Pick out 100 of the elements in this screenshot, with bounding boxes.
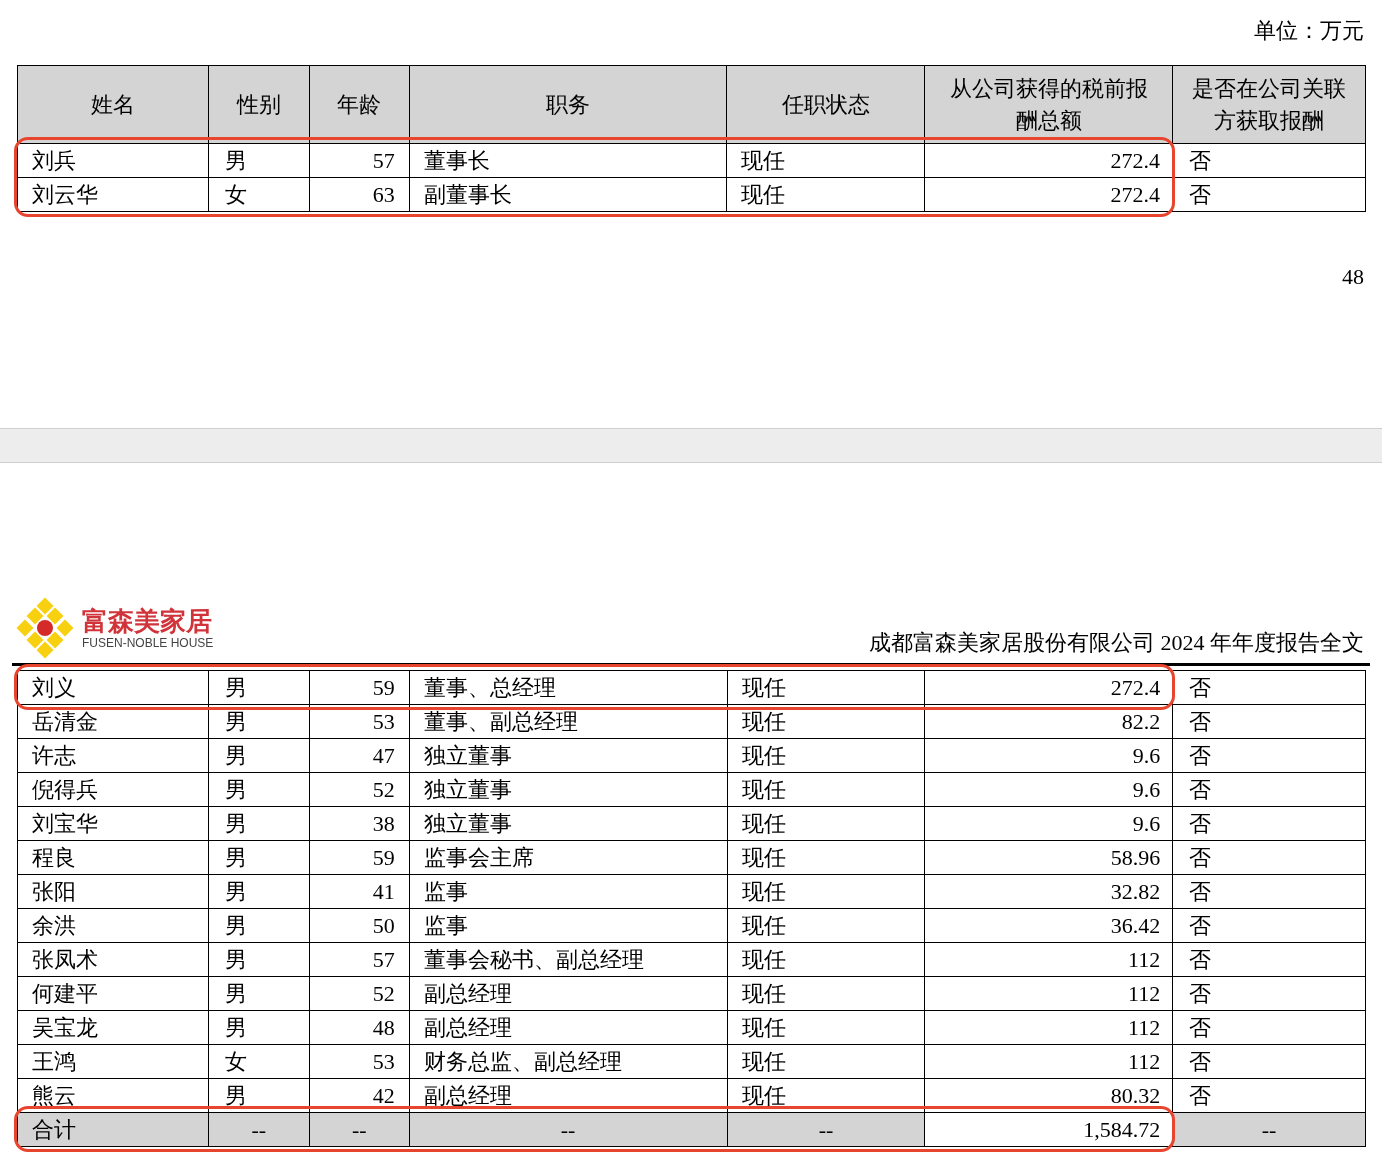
table-cell: 何建平 xyxy=(17,976,209,1011)
table-cell: -- xyxy=(208,1112,310,1147)
table-cell: -- xyxy=(409,1112,728,1147)
table-cell: 合计 xyxy=(17,1112,209,1147)
table-cell: 男 xyxy=(208,1010,310,1045)
table-cell: 112 xyxy=(924,976,1173,1011)
table-cell: 男 xyxy=(208,874,310,909)
table-cell: 副董事长 xyxy=(409,177,727,212)
table-cell: 独立董事 xyxy=(409,806,728,841)
table-cell: 刘义 xyxy=(17,670,209,705)
table-cell: 现任 xyxy=(727,840,925,875)
table-cell: 否 xyxy=(1172,143,1366,178)
column-header: 任职状态 xyxy=(727,65,925,144)
table-cell: 否 xyxy=(1172,1010,1366,1045)
table-cell: 否 xyxy=(1172,908,1366,943)
table-cell: 监事 xyxy=(409,908,728,943)
table-cell: 许志 xyxy=(17,738,209,773)
table-cell: 财务总监、副总经理 xyxy=(409,1044,728,1079)
table-cell: 53 xyxy=(309,1044,410,1079)
table-cell: 女 xyxy=(208,1044,310,1079)
table-cell: 9.6 xyxy=(924,806,1173,841)
table-cell: 王鸿 xyxy=(17,1044,209,1079)
table-cell: 现任 xyxy=(727,942,925,977)
table-cell: 监事会主席 xyxy=(409,840,728,875)
table-cell: 否 xyxy=(1172,772,1366,807)
table-cell: 吴宝龙 xyxy=(17,1010,209,1045)
table-cell: 48 xyxy=(309,1010,410,1045)
table-cell: 董事长 xyxy=(409,143,727,178)
table-cell: 否 xyxy=(1172,942,1366,977)
table-cell: 男 xyxy=(208,772,310,807)
table-cell: 副总经理 xyxy=(409,1010,728,1045)
table-cell: 52 xyxy=(309,976,410,1011)
table-cell: 独立董事 xyxy=(409,738,728,773)
table-cell: 9.6 xyxy=(924,738,1173,773)
table-cell: 41 xyxy=(309,874,410,909)
table-cell: 否 xyxy=(1172,874,1366,909)
unit-label: 单位：万元 xyxy=(1254,17,1364,45)
logo-name: 富森美家居 xyxy=(82,606,213,636)
table-cell: 否 xyxy=(1172,738,1366,773)
table-cell: 57 xyxy=(309,942,410,977)
table-cell: 刘云华 xyxy=(17,177,209,212)
table-cell: 独立董事 xyxy=(409,772,728,807)
table-cell: 59 xyxy=(309,670,410,705)
table-cell: 男 xyxy=(208,908,310,943)
table-cell: 50 xyxy=(309,908,410,943)
table-cell: 38 xyxy=(309,806,410,841)
table-cell: -- xyxy=(727,1112,925,1147)
table-cell: 董事、总经理 xyxy=(409,670,728,705)
table-cell: 否 xyxy=(1172,806,1366,841)
table-cell: 男 xyxy=(208,806,310,841)
table-cell: 否 xyxy=(1172,1044,1366,1079)
table-cell: 现任 xyxy=(727,177,925,212)
table-cell: 58.96 xyxy=(924,840,1173,875)
table-cell: 112 xyxy=(924,942,1173,977)
table-cell: 现任 xyxy=(727,738,925,773)
table-cell: 否 xyxy=(1172,840,1366,875)
table-cell: 现任 xyxy=(727,1010,925,1045)
table-cell: 男 xyxy=(208,976,310,1011)
table-cell: 现任 xyxy=(727,976,925,1011)
table-cell: 否 xyxy=(1172,704,1366,739)
table-cell: 程良 xyxy=(17,840,209,875)
table-cell: 59 xyxy=(309,840,410,875)
table-cell: 否 xyxy=(1172,1078,1366,1113)
table-cell: 9.6 xyxy=(924,772,1173,807)
table-cell: -- xyxy=(1172,1112,1366,1147)
table-cell: 刘宝华 xyxy=(17,806,209,841)
logo-icon xyxy=(14,597,76,659)
table-cell: 现任 xyxy=(727,806,925,841)
table-cell: 余洪 xyxy=(17,908,209,943)
table-cell: 否 xyxy=(1172,177,1366,212)
table-cell: 副总经理 xyxy=(409,976,728,1011)
table-cell: 男 xyxy=(208,738,310,773)
column-header: 性别 xyxy=(208,65,310,144)
table-cell: 男 xyxy=(208,143,310,178)
table-cell: 36.42 xyxy=(924,908,1173,943)
table-cell: 刘兵 xyxy=(17,143,209,178)
table-cell: 男 xyxy=(208,942,310,977)
table-cell: 张凤术 xyxy=(17,942,209,977)
table-cell: 32.82 xyxy=(924,874,1173,909)
column-header: 是否在公司关联方获取报酬 xyxy=(1172,65,1366,144)
table-cell: 47 xyxy=(309,738,410,773)
column-header: 职务 xyxy=(409,65,727,144)
table-cell: 现任 xyxy=(727,670,925,705)
table-cell: 监事 xyxy=(409,874,728,909)
table-cell: 女 xyxy=(208,177,310,212)
column-header: 姓名 xyxy=(17,65,209,144)
table-cell: 52 xyxy=(309,772,410,807)
table-cell: 否 xyxy=(1172,976,1366,1011)
table-cell: 男 xyxy=(208,670,310,705)
page-number: 48 xyxy=(1342,263,1364,291)
table-cell: 现任 xyxy=(727,143,925,178)
column-header: 从公司获得的税前报酬总额 xyxy=(924,65,1173,144)
table-cell: 112 xyxy=(924,1010,1173,1045)
table-cell: 现任 xyxy=(727,1044,925,1079)
table-cell: 112 xyxy=(924,1044,1173,1079)
table-cell: 倪得兵 xyxy=(17,772,209,807)
table-cell: 现任 xyxy=(727,772,925,807)
logo-tagline: FUSEN-NOBLE HOUSE xyxy=(82,636,214,650)
table-cell: 张阳 xyxy=(17,874,209,909)
report-header-title: 成都富森美家居股份有限公司 2024 年年度报告全文 xyxy=(869,629,1364,657)
